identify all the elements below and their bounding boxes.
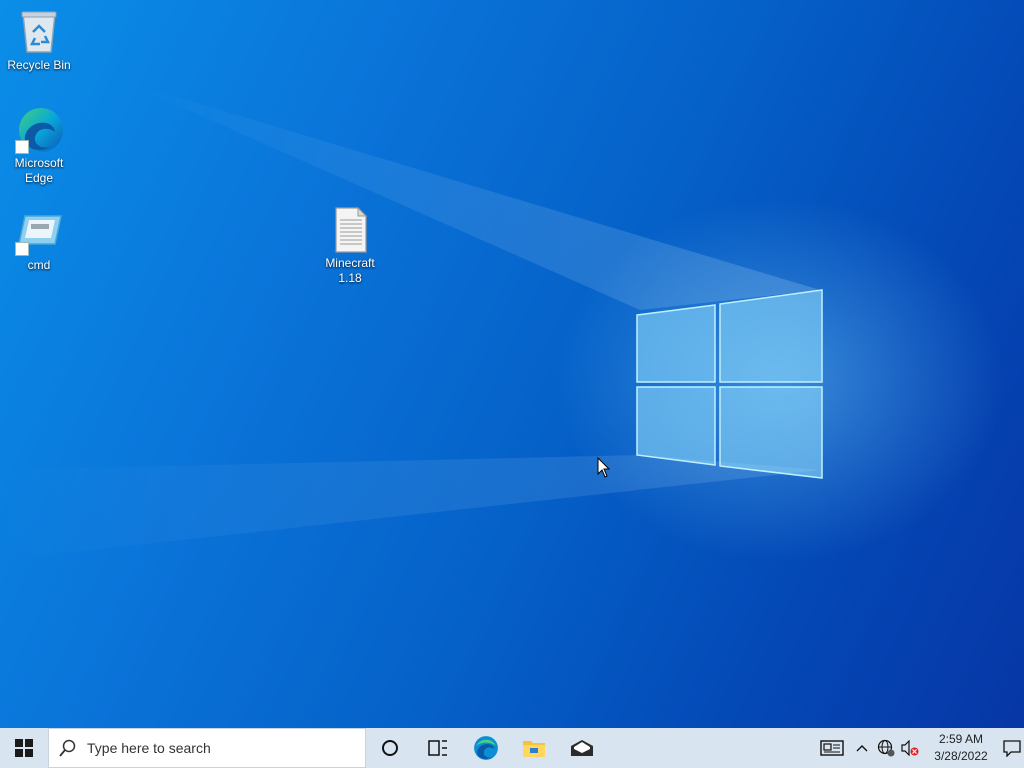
- chevron-up-icon: [856, 745, 868, 752]
- network-button[interactable]: [874, 728, 898, 768]
- recycle-bin-icon[interactable]: Recycle Bin: [1, 8, 77, 73]
- microsoft-edge-label: Microsoft Edge: [14, 156, 64, 185]
- globe-network-icon: [877, 739, 895, 757]
- microsoft-edge-desktop-icon[interactable]: Microsoft Edge: [1, 106, 77, 186]
- cmd-desktop-icon[interactable]: cmd: [1, 208, 77, 273]
- clock[interactable]: 2:59 AM 3/28/2022: [922, 731, 1000, 765]
- mail-icon: [571, 740, 593, 756]
- taskbar-file-explorer-button[interactable]: [510, 728, 558, 768]
- mouse-cursor-icon: [597, 457, 611, 478]
- minecraft-file-icon[interactable]: Minecraft 1.18: [312, 206, 388, 286]
- task-view-icon: [428, 740, 447, 756]
- system-tray: 2:59 AM 3/28/2022: [814, 728, 1024, 768]
- search-placeholder: Type here to search: [87, 740, 211, 756]
- windows-start-icon: [15, 739, 33, 757]
- desktop[interactable]: Recycle Bin Microsoft Edge cmd Minecraft…: [0, 0, 1024, 728]
- volume-muted-icon: [901, 740, 919, 756]
- taskbar-mail-button[interactable]: [558, 728, 606, 768]
- clock-time: 2:59 AM: [938, 732, 984, 746]
- cmd-icon: [15, 208, 63, 256]
- taskbar: Type here to search 2:59 AM 3/28/2022: [0, 728, 1024, 768]
- windows-logo-wallpaper: [636, 289, 823, 479]
- recycle-bin-label: Recycle Bin: [7, 58, 71, 72]
- search-icon: [59, 739, 76, 757]
- text-document-icon: [326, 206, 374, 254]
- recycle-bin-glyph-icon: [15, 8, 63, 56]
- folder-icon: [523, 741, 545, 757]
- wallpaper-light-beams: [0, 80, 820, 560]
- news-widget-button[interactable]: [814, 728, 850, 768]
- cortana-circle-icon: [382, 740, 398, 756]
- edge-icon: [15, 106, 63, 154]
- cmd-label: cmd: [27, 258, 51, 272]
- clock-date: 3/28/2022: [934, 749, 988, 763]
- taskbar-edge-button[interactable]: [462, 728, 510, 768]
- task-view-button[interactable]: [414, 728, 462, 768]
- start-button[interactable]: [0, 728, 48, 768]
- news-icon: [820, 740, 844, 756]
- shortcut-arrow-icon: [15, 242, 29, 256]
- action-center-button[interactable]: [1000, 728, 1024, 768]
- shortcut-arrow-icon: [15, 140, 29, 154]
- edge-icon: [474, 736, 498, 760]
- minecraft-file-label: Minecraft 1.18: [325, 256, 375, 285]
- volume-button[interactable]: [898, 728, 922, 768]
- taskbar-search-box[interactable]: Type here to search: [48, 728, 366, 768]
- show-hidden-icons-button[interactable]: [850, 728, 874, 768]
- cortana-button[interactable]: [366, 728, 414, 768]
- notification-icon: [1003, 740, 1021, 757]
